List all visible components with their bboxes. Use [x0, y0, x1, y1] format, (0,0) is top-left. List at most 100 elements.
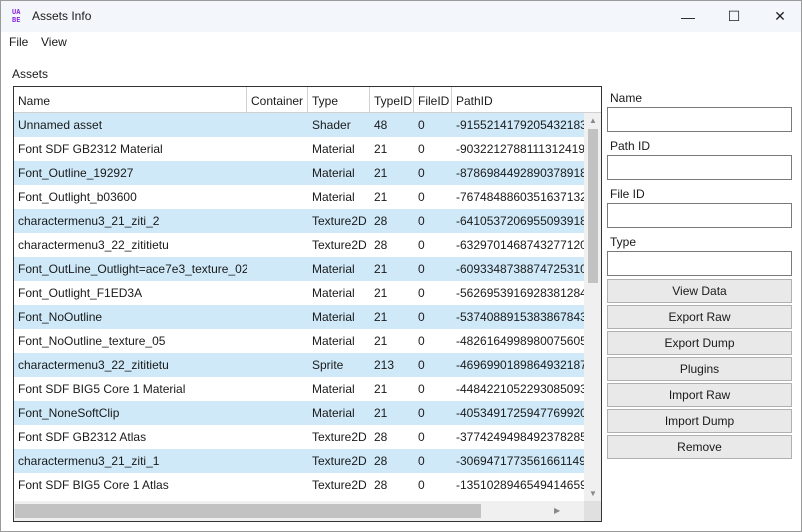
cell-name: Font_Outlight_b03600: [18, 190, 137, 204]
cell-pathid: -4826164998980075605: [456, 334, 584, 348]
table-row[interactable]: Font_NoOutline Material 21 0 -53740889153838…: [14, 305, 584, 329]
table-header: Name Container Type TypeID FileID PathID: [14, 87, 601, 113]
column-header-type[interactable]: Type: [308, 87, 370, 113]
cell-name: Font_NoOutline_texture_05: [18, 334, 166, 348]
cell-name: charactermenu3_21_ziti_2: [18, 214, 160, 228]
horizontal-scroll-thumb[interactable]: [15, 504, 481, 518]
cell-typeid: 21: [374, 286, 388, 300]
cell-pathid: -4484221052293085093: [456, 382, 584, 396]
column-header-container[interactable]: Container: [247, 87, 308, 113]
cell-name: Font SDF BIG5 Core 1 Atlas: [18, 478, 169, 492]
scroll-down-icon[interactable]: ▼: [589, 489, 597, 498]
table-row[interactable]: Font_NoOutline_texture_05 Material 21 0 -482…: [14, 329, 584, 353]
cell-type: Material: [312, 406, 355, 420]
minimize-button[interactable]: —: [665, 1, 711, 32]
cell-pathid: -9032212788111312419: [456, 142, 584, 156]
cell-fileid: 0: [418, 382, 425, 396]
menu-file[interactable]: File: [9, 35, 28, 49]
table-row[interactable]: charactermenu3_22_zititietu Texture2D 28 0 -…: [14, 233, 584, 257]
cell-type: Texture2D: [312, 430, 367, 444]
cell-typeid: 28: [374, 430, 388, 444]
table-row[interactable]: Font_NoneSoftClip Material 21 0 -40534917259…: [14, 401, 584, 425]
cell-name: Font_NoneSoftClip: [18, 406, 120, 420]
scroll-corner: [584, 501, 601, 521]
cell-fileid: 0: [418, 430, 425, 444]
scroll-right-icon[interactable]: ▶: [554, 506, 560, 515]
cell-type: Shader: [312, 118, 351, 132]
cell-type: Material: [312, 382, 355, 396]
cell-fileid: 0: [418, 334, 425, 348]
table-row[interactable]: Font_Outlight_b03600 Material 21 0 -76748488…: [14, 185, 584, 209]
table-row[interactable]: charactermenu3_22_zititietu Sprite 213 0 -46…: [14, 353, 584, 377]
cell-type: Material: [312, 190, 355, 204]
cell-fileid: 0: [418, 214, 425, 228]
column-header-typeid[interactable]: TypeID: [370, 87, 414, 113]
table-row[interactable]: Font_OutLine_Outlight=ace7e3_texture_02 M…: [14, 257, 584, 281]
scroll-up-icon[interactable]: ▲: [589, 116, 597, 125]
path-id-field[interactable]: [607, 155, 792, 180]
cell-type: Material: [312, 142, 355, 156]
cell-pathid: -9155214179205432183: [456, 118, 584, 132]
cell-typeid: 21: [374, 310, 388, 324]
cell-name: Font_NoOutline: [18, 310, 103, 324]
cell-typeid: 21: [374, 334, 388, 348]
cell-pathid: -7674848860351637132: [456, 190, 584, 204]
table-row[interactable]: Font SDF BIG5 Core 1 Material Material 21 0…: [14, 377, 584, 401]
cell-type: Material: [312, 166, 355, 180]
cell-pathid: -4053491725947769920: [456, 406, 584, 420]
table-row[interactable]: Font_Outlight_F1ED3A Material 21 0 -56269539…: [14, 281, 584, 305]
cell-pathid: -6329701468743277120: [456, 238, 584, 252]
cell-typeid: 21: [374, 382, 388, 396]
table-row[interactable]: Unnamed asset Shader 48 0 -91552141792054321…: [14, 113, 584, 137]
plugins-button[interactable]: Plugins: [607, 357, 792, 381]
cell-type: Texture2D: [312, 214, 367, 228]
cell-pathid: -6410537206955093918: [456, 214, 584, 228]
cell-fileid: 0: [418, 142, 425, 156]
column-header-name[interactable]: Name: [14, 87, 247, 113]
name-field[interactable]: [607, 107, 792, 132]
cell-typeid: 21: [374, 166, 388, 180]
cell-name: Font SDF GB2312 Material: [18, 142, 163, 156]
assets-label: Assets: [12, 67, 49, 81]
import-dump-button[interactable]: Import Dump: [607, 409, 792, 433]
menu-view[interactable]: View: [41, 35, 67, 49]
cell-typeid: 28: [374, 454, 388, 468]
menu-bar: File View: [1, 32, 801, 52]
cell-name: Font SDF GB2312 Atlas: [18, 430, 147, 444]
cell-fileid: 0: [418, 310, 425, 324]
uabe-logo-icon: UA BE: [12, 8, 21, 24]
cell-fileid: 0: [418, 262, 425, 276]
table-row[interactable]: Font SDF GB2312 Atlas Texture2D 28 0 -377424…: [14, 425, 584, 449]
table-row[interactable]: Font SDF BIG5 Core 1 Atlas Texture2D 28 0 -1…: [14, 473, 584, 497]
type-field[interactable]: [607, 251, 792, 276]
cell-typeid: 21: [374, 142, 388, 156]
cell-pathid: -3774249498492378285: [456, 430, 584, 444]
title-bar: UA BE Assets Info — ☐ ✕: [1, 1, 801, 32]
cell-typeid: 48: [374, 118, 388, 132]
close-button[interactable]: ✕: [757, 1, 802, 32]
import-raw-button[interactable]: Import Raw: [607, 383, 792, 407]
horizontal-scrollbar[interactable]: ▶: [14, 501, 584, 521]
vertical-scrollbar[interactable]: ▲ ▼: [584, 113, 601, 501]
remove-button[interactable]: Remove: [607, 435, 792, 459]
table-row[interactable]: charactermenu3_21_ziti_2 Texture2D 28 0 -641…: [14, 209, 584, 233]
view-data-button[interactable]: View Data: [607, 279, 792, 303]
file-id-field[interactable]: [607, 203, 792, 228]
type-label: Type: [610, 235, 637, 249]
cell-pathid: -6093348738874725310: [456, 262, 584, 276]
cell-type: Texture2D: [312, 454, 367, 468]
vertical-scroll-thumb[interactable]: [588, 129, 598, 283]
cell-typeid: 28: [374, 214, 388, 228]
export-raw-button[interactable]: Export Raw: [607, 305, 792, 329]
cell-fileid: 0: [418, 286, 425, 300]
maximize-button[interactable]: ☐: [711, 1, 757, 32]
assets-table[interactable]: Name Container Type TypeID FileID PathID Unna…: [13, 86, 602, 522]
export-dump-button[interactable]: Export Dump: [607, 331, 792, 355]
table-row[interactable]: Font_Outline_192927 Material 21 0 -878698449…: [14, 161, 584, 185]
column-header-fileid[interactable]: FileID: [414, 87, 452, 113]
cell-fileid: 0: [418, 166, 425, 180]
table-row[interactable]: Font SDF GB2312 Material Material 21 0 -9032…: [14, 137, 584, 161]
table-row[interactable]: charactermenu3_21_ziti_1 Texture2D 28 0 -306…: [14, 449, 584, 473]
cell-typeid: 28: [374, 478, 388, 492]
column-header-pathid[interactable]: PathID: [452, 87, 601, 113]
